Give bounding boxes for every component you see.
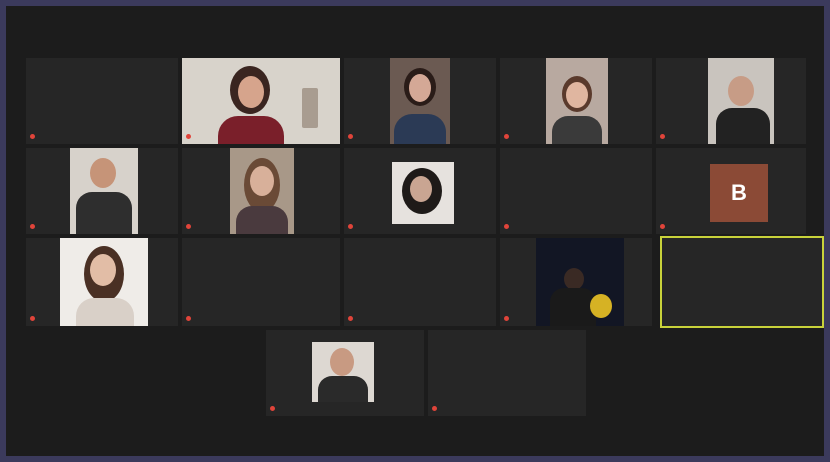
mic-muted-icon [348,315,353,321]
mic-muted-icon [660,133,665,139]
participant-video [708,58,774,144]
participant-tile[interactable] [344,148,496,234]
mic-muted-icon [186,133,191,139]
mic-muted-icon [504,223,509,229]
participant-video [546,58,608,144]
participant-tile[interactable] [656,58,806,144]
mic-muted-icon [432,405,437,411]
participant-video [312,342,374,402]
participant-video [230,148,294,234]
mic-muted-icon [186,223,191,229]
participant-tile[interactable] [500,148,652,234]
mic-muted-icon [504,315,509,321]
participant-avatar: B [710,164,768,222]
participant-video [390,58,450,144]
participant-tile[interactable] [26,238,178,326]
participant-video [60,238,148,326]
participant-tile[interactable] [500,238,652,326]
mic-muted-icon [504,133,509,139]
participant-video [182,58,340,144]
participant-tile[interactable]: B [656,148,806,234]
mic-muted-icon [348,223,353,229]
participant-video [392,162,454,224]
participant-video [70,148,138,234]
participant-tile-active-speaker[interactable] [660,236,824,328]
participant-tile[interactable] [26,148,178,234]
participant-video [536,238,624,326]
participant-tile[interactable] [182,238,340,326]
meeting-window: B [6,6,824,456]
participant-tile[interactable] [500,58,652,144]
participant-tile[interactable] [344,238,496,326]
mic-muted-icon [348,133,353,139]
mic-muted-icon [30,223,35,229]
participant-tile[interactable] [344,58,496,144]
mic-muted-icon [270,405,275,411]
participant-tile[interactable] [182,148,340,234]
participant-tile[interactable] [428,330,586,416]
participant-tile[interactable] [182,58,340,144]
mic-muted-icon [660,223,665,229]
participant-grid: B [6,6,824,456]
participant-tile[interactable] [26,58,178,144]
mic-muted-icon [30,315,35,321]
mic-muted-icon [30,133,35,139]
mic-muted-icon [186,315,191,321]
participant-tile[interactable] [266,330,424,416]
